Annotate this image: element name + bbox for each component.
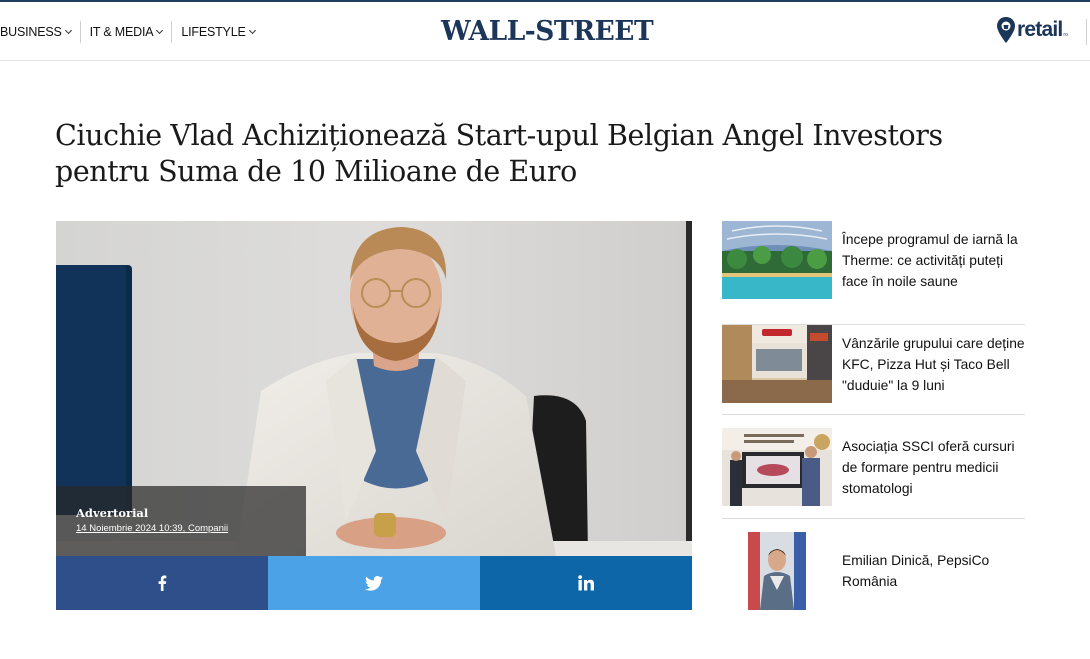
main-nav: BUSINESS IT & MEDIA LIFESTYLE [0,21,264,43]
therme-pool-thumbnail[interactable] [722,221,832,299]
restaurant-image [722,325,832,403]
twitter-icon [365,575,383,591]
retail-logo-text: retail [1017,18,1063,41]
retail-logo[interactable]: retail ro [996,16,1068,44]
chevron-down-icon [248,26,256,35]
sidebar-article-title[interactable]: Vânzările grupului care deține KFC, Pizz… [842,333,1027,396]
sidebar-article-title[interactable]: Asociația SSCI oferă cursuri de formare … [842,436,1027,499]
nav-it-media[interactable]: IT & MEDIA [81,21,173,43]
sidebar-article[interactable]: Începe programul de iarnă la Therme: ce … [722,221,1025,325]
share-twitter-button[interactable] [268,556,480,610]
top-header: BUSINESS IT & MEDIA LIFESTYLE WALL-STREE… [0,0,1090,61]
sidebar-article[interactable]: Vânzările grupului care deține KFC, Pizz… [722,325,1025,415]
nav-lifestyle-label: LIFESTYLE [181,25,246,39]
sidebar-article-title[interactable]: Începe programul de iarnă la Therme: ce … [842,229,1027,292]
chevron-down-icon [64,26,72,35]
conference-thumbnail[interactable] [722,428,832,506]
map-pin-icon [997,17,1015,43]
conference-image [722,428,832,506]
portrait-image [748,532,806,610]
facebook-icon [158,575,167,591]
nav-business-label: BUSINESS [0,25,62,39]
share-linkedin-button[interactable] [480,556,692,610]
article-caption: Advertorial 14 Noiembrie 2024 10:39, Com… [56,486,306,556]
sidebar-article-title[interactable]: Emilian Dinică, PepsiCo România [842,550,1027,592]
portrait-thumbnail[interactable] [748,532,806,610]
article-title: Ciuchie Vlad Achiziționează Start-upul B… [55,119,943,188]
article-meta-link[interactable]: 14 Noiembrie 2024 10:39, Companii [76,523,306,534]
restaurant-thumbnail[interactable] [722,325,832,403]
nav-lifestyle[interactable]: LIFESTYLE [172,21,263,43]
header-divider [1086,19,1087,45]
sidebar-article[interactable]: Asociația SSCI oferă cursuri de formare … [722,428,1025,519]
chevron-down-icon [156,26,164,35]
article-type: Advertorial [76,506,149,520]
share-facebook-button[interactable] [56,556,268,610]
nav-it-media-label: IT & MEDIA [89,25,154,39]
linkedin-icon [578,575,594,591]
site-logo[interactable]: WALL-STREET [441,16,654,47]
nav-business[interactable]: BUSINESS [0,21,81,43]
therme-pool-image [722,221,832,299]
sidebar-article[interactable]: Emilian Dinică, PepsiCo România [722,532,1025,610]
retail-logo-suffix: ro [1063,32,1068,38]
